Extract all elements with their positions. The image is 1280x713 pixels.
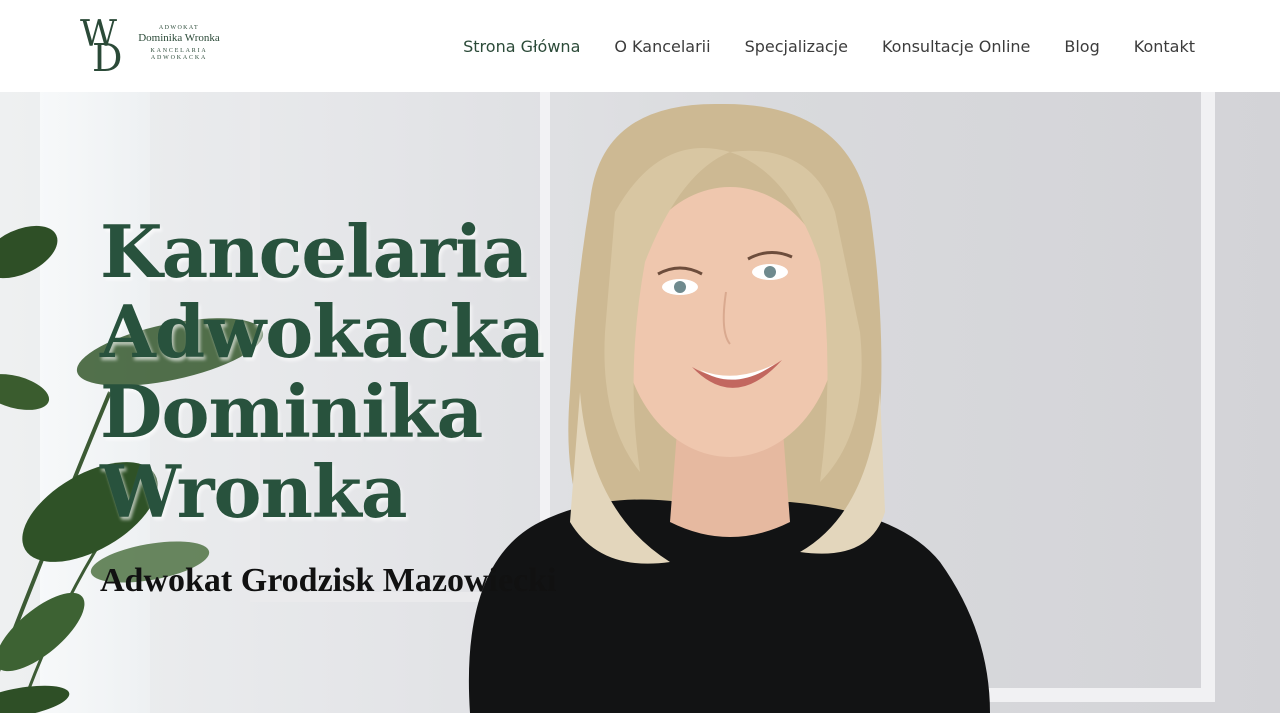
hero-title-line: Kancelaria	[100, 209, 528, 294]
nav-item-o-kancelarii[interactable]: O Kancelarii	[614, 36, 710, 58]
logo-line-kancelaria: KANCELARIA	[150, 48, 208, 54]
logo-line-adwokacka: ADWOKACKA	[150, 55, 208, 61]
hero-title: Kancelaria Adwokacka Dominika Wronka	[100, 212, 620, 532]
nav-item-konsultacje-online[interactable]: Konsultacje Online	[882, 36, 1030, 58]
nav-item-specjalizacje[interactable]: Specjalizacje	[745, 36, 848, 58]
site-header: WD ADWOKAT Dominika Wronka KANCELARIA AD…	[0, 0, 1280, 92]
site-logo[interactable]: WD ADWOKAT Dominika Wronka KANCELARIA AD…	[80, 14, 225, 80]
hero-title-line: Wronka	[100, 449, 407, 534]
nav-item-strona-glowna[interactable]: Strona Główna	[463, 36, 580, 58]
logo-line-adwokat: ADWOKAT	[158, 25, 200, 31]
logo-monogram: WD	[80, 14, 123, 80]
logo-line-name: Dominika Wronka	[138, 32, 220, 44]
hero-section: Kancelaria Adwokacka Dominika Wronka Adw…	[0, 92, 1280, 713]
nav-item-kontakt[interactable]: Kontakt	[1134, 36, 1195, 58]
hero-title-line: Dominika	[100, 369, 483, 454]
logo-text: ADWOKAT Dominika Wronka KANCELARIA ADWOK…	[136, 24, 222, 62]
nav-item-blog[interactable]: Blog	[1064, 36, 1099, 58]
main-nav: Strona Główna O Kancelarii Specjalizacje…	[463, 36, 1195, 58]
hero-title-line: Adwokacka	[100, 289, 545, 374]
hero-subtitle: Adwokat Grodzisk Mazowiecki	[100, 562, 557, 599]
